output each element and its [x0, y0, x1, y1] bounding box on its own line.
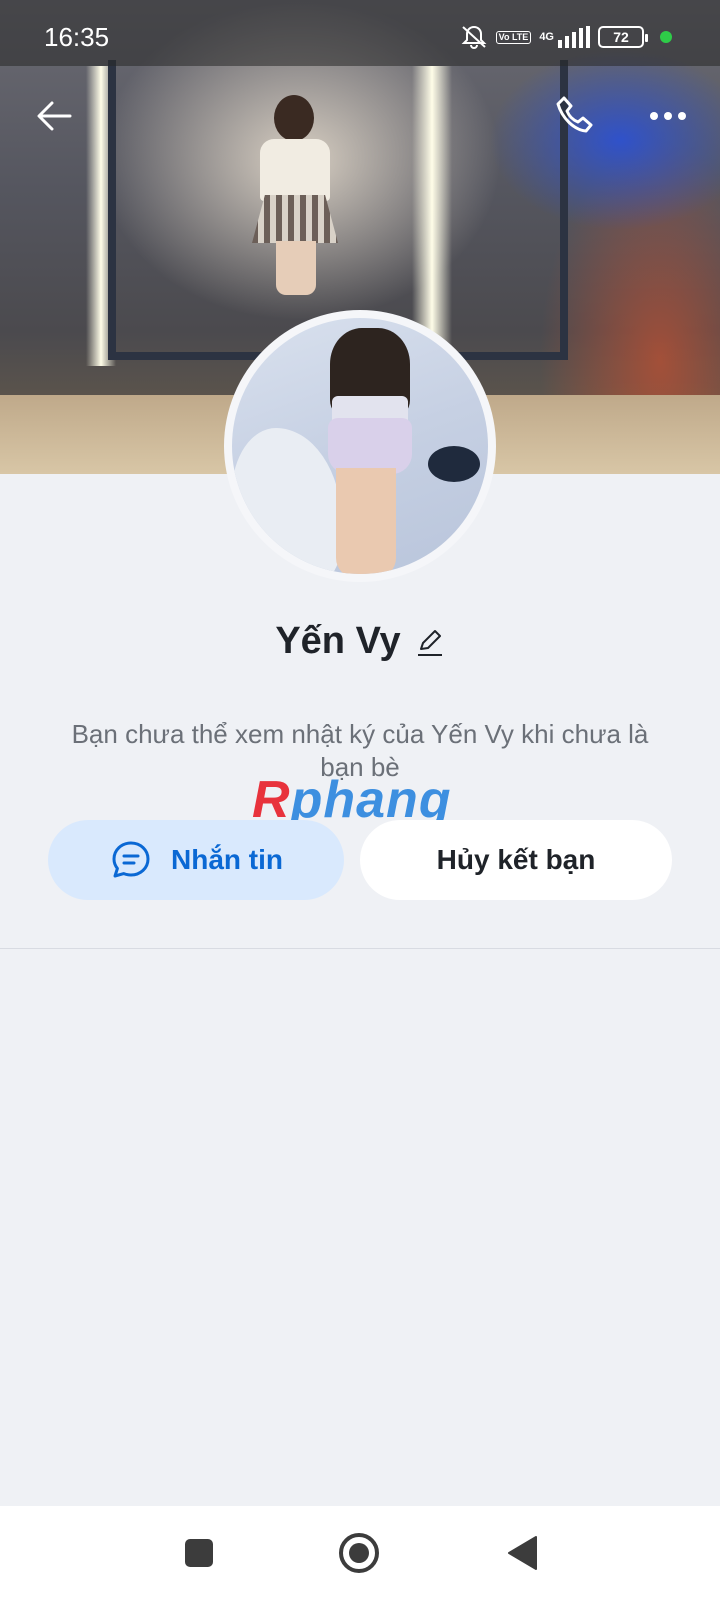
arrow-left-icon — [37, 101, 72, 131]
profile-name: Yến Vy — [275, 620, 401, 662]
unfriend-label: Hủy kết bạn — [436, 844, 596, 875]
status-time: 16:35 — [44, 22, 110, 52]
message-button[interactable]: Nhắn tin — [48, 820, 344, 900]
unfriend-button[interactable]: Hủy kết bạn — [360, 820, 672, 900]
nav-back-button[interactable] — [500, 1530, 546, 1576]
triangle-back-icon — [508, 1536, 537, 1570]
signal-icon: 4G — [539, 26, 590, 48]
message-label: Nhắn tin — [171, 844, 283, 875]
status-icons: Vo LTE 4G 72 — [460, 24, 672, 50]
status-bar: 16:35 Vo LTE 4G 72 — [0, 0, 720, 66]
more-horizontal-icon — [650, 112, 686, 120]
name-row: Yến Vy — [0, 620, 720, 663]
indicator-dot — [660, 31, 672, 43]
pencil-icon[interactable] — [415, 627, 445, 657]
avatar-photo — [232, 318, 488, 574]
recent-apps-button[interactable] — [176, 1530, 222, 1576]
chat-bubble-icon — [112, 841, 150, 878]
mute-icon — [460, 24, 488, 50]
more-button[interactable] — [644, 92, 692, 140]
cover-person — [252, 95, 342, 295]
battery-icon: 72 — [598, 26, 648, 48]
divider — [0, 948, 720, 949]
circle-icon — [339, 1533, 379, 1573]
avatar[interactable] — [224, 310, 496, 582]
square-icon — [185, 1539, 213, 1567]
back-button[interactable] — [30, 92, 78, 140]
phone-icon — [556, 96, 593, 133]
system-nav-bar — [0, 1506, 720, 1600]
home-button[interactable] — [336, 1530, 382, 1576]
volte-icon: Vo LTE — [495, 30, 532, 44]
call-button[interactable] — [552, 92, 600, 140]
profile-screen: 16:35 Vo LTE 4G 72 Yến Vy Bạn chưa thể x… — [0, 0, 720, 1600]
